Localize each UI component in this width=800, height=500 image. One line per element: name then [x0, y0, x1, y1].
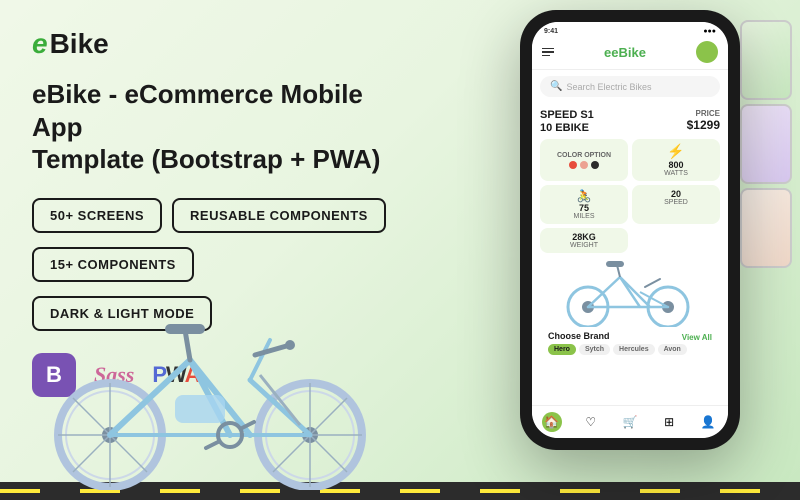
nav-user[interactable]: 👤 — [698, 412, 718, 432]
badge-components: 15+ COMPONENTS — [32, 247, 194, 282]
hamburger-icon[interactable] — [542, 48, 554, 57]
phone-app-header: eeBike — [532, 37, 728, 70]
lightning-icon: ⚡ — [638, 143, 714, 160]
product-price: PRICE $1299 — [687, 109, 720, 132]
logo: e Bike — [32, 28, 388, 60]
nav-heart[interactable]: ♡ — [581, 412, 601, 432]
badge-reusable: REUSABLE COMPONENTS — [172, 198, 386, 233]
phone-screen: 9:41 ●●● eeBike — [532, 22, 728, 438]
bike-illustration — [30, 280, 390, 490]
brand-section: Choose Brand View All Hero Sytch Hercule… — [540, 327, 720, 359]
status-icons: ●●● — [703, 28, 716, 35]
phone-search-bar[interactable]: 🔍 Search Electric Bikes — [540, 76, 720, 97]
nav-home[interactable]: 🏠 — [542, 412, 562, 432]
brand-hero[interactable]: Hero — [548, 344, 576, 355]
badges-row-1: 50+ SCREENS REUSABLE COMPONENTS — [32, 198, 388, 233]
spec-speed: 20 SPEED — [632, 185, 720, 224]
phone-bottom-nav: 🏠 ♡ 🛒 ⊞ 👤 — [532, 405, 728, 438]
spec-watts: ⚡ 800 WATTS — [632, 139, 720, 181]
search-icon: 🔍 — [550, 81, 562, 92]
product-area: SPEED S1 10 EBIKE PRICE $1299 COLOR OPTI… — [532, 103, 728, 405]
color-dark[interactable] — [591, 161, 599, 169]
logo-bike: Bike — [50, 28, 109, 60]
brand-avon[interactable]: Avon — [658, 344, 687, 355]
user-avatar — [696, 41, 718, 63]
brand-chips: Hero Sytch Hercules Avon — [548, 344, 712, 355]
header-menu — [542, 48, 554, 57]
phone-status-bar: 9:41 ●●● — [532, 22, 728, 37]
miles-icon: 🚴 — [546, 189, 622, 203]
nav-cart[interactable]: 🛒 — [620, 412, 640, 432]
spec-weight: 28KG WEIGHT — [540, 228, 628, 253]
brand-hercules[interactable]: Hercules — [613, 344, 655, 355]
spec-miles: 🚴 75 MILES — [540, 185, 628, 224]
phone-logo: eeBike — [604, 45, 646, 60]
color-pink[interactable] — [580, 161, 588, 169]
badges-row-2: 15+ COMPONENTS — [32, 247, 388, 282]
color-dots — [569, 161, 599, 169]
view-all-link[interactable]: View All — [682, 333, 712, 342]
product-header: SPEED S1 10 EBIKE PRICE $1299 — [540, 109, 720, 135]
phone-bike-image — [540, 257, 720, 327]
color-option-card: COLOR OPTION — [540, 139, 628, 181]
product-name: SPEED S1 10 EBIKE — [540, 109, 594, 135]
nav-grid[interactable]: ⊞ — [659, 412, 679, 432]
brand-sytch[interactable]: Sytch — [579, 344, 610, 355]
time: 9:41 — [544, 28, 558, 35]
phone-frame: 9:41 ●●● eeBike — [520, 10, 740, 450]
badge-screens: 50+ SCREENS — [32, 198, 162, 233]
phone-mockup: 9:41 ●●● eeBike — [490, 10, 770, 490]
color-red[interactable] — [569, 161, 577, 169]
logo-e: e — [32, 28, 48, 60]
app-title: eBike - eCommerce Mobile App Template (B… — [32, 78, 388, 176]
content-wrapper: e Bike eBike - eCommerce Mobile App Temp… — [0, 0, 800, 500]
specs-grid: COLOR OPTION ⚡ 800 WATTS — [540, 139, 720, 253]
